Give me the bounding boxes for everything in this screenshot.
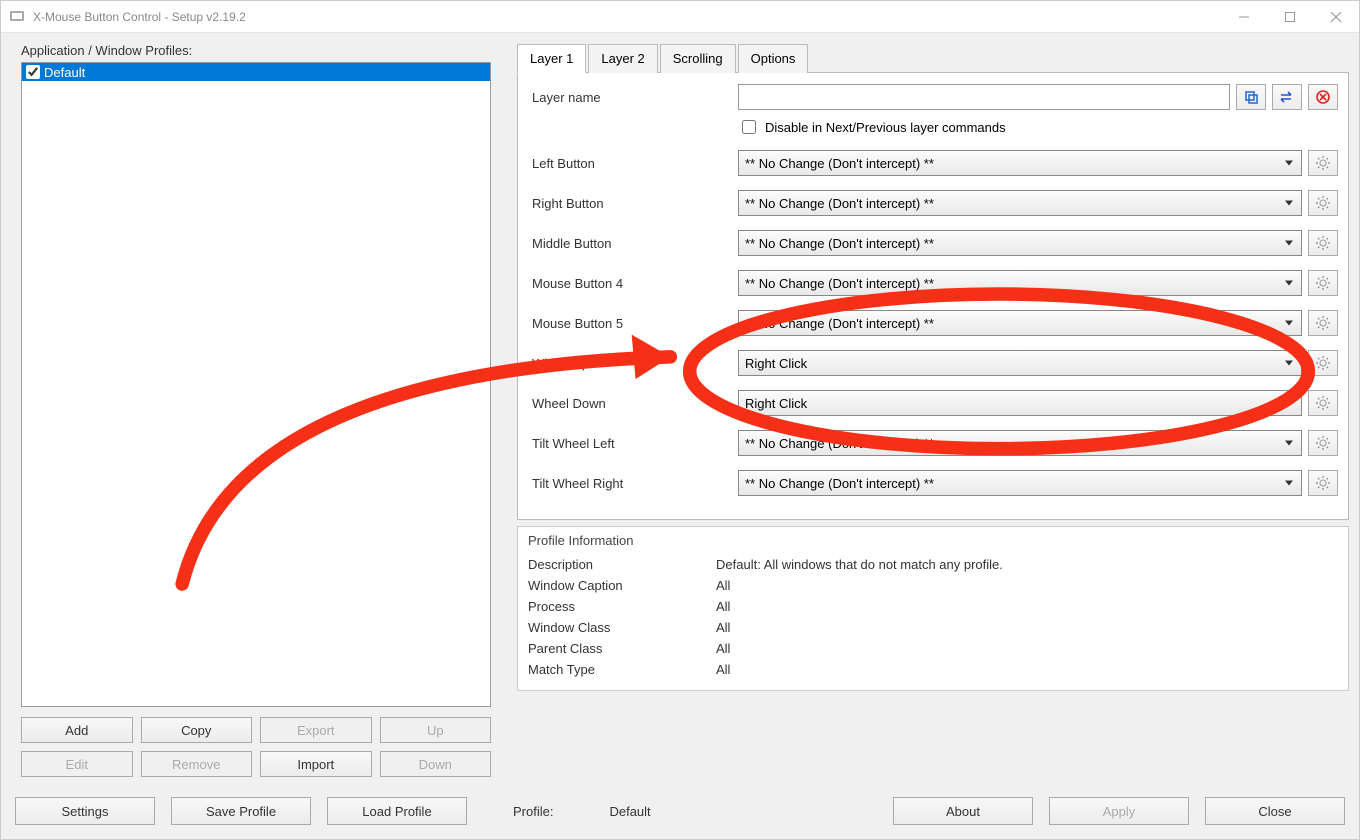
window-title: X-Mouse Button Control - Setup v2.19.2 <box>33 10 1221 24</box>
tilt-left-label: Tilt Wheel Left <box>528 436 738 451</box>
info-match_type-value: All <box>716 662 730 677</box>
right-button-config-button[interactable] <box>1308 190 1338 216</box>
import-button[interactable]: Import <box>260 751 372 777</box>
info-process-value: All <box>716 599 730 614</box>
middle-button-config-button[interactable] <box>1308 230 1338 256</box>
add-button[interactable]: Add <box>21 717 133 743</box>
info-parent_class-value: All <box>716 641 730 656</box>
left-panel: Application / Window Profiles: Default A… <box>11 43 501 787</box>
info-window_caption-value: All <box>716 578 730 593</box>
mouse-button-5-combo[interactable]: ** No Change (Don't intercept) ** <box>738 310 1302 336</box>
remove-button: Remove <box>141 751 253 777</box>
app-window: X-Mouse Button Control - Setup v2.19.2 A… <box>0 0 1360 840</box>
clear-layer-button[interactable] <box>1308 84 1338 110</box>
right-panel: Layer 1 Layer 2 Scrolling Options Layer … <box>511 43 1349 787</box>
wheel-up-combo[interactable]: Right Click <box>738 350 1302 376</box>
layer-name-label: Layer name <box>528 90 738 105</box>
profile-current: Default <box>609 804 877 819</box>
profile-info-title: Profile Information <box>528 533 1338 548</box>
info-window_class-label: Window Class <box>528 620 716 635</box>
profile-label: Profile: <box>513 804 553 819</box>
info-description-value: Default: All windows that do not match a… <box>716 557 1003 572</box>
right-button-combo[interactable]: ** No Change (Don't intercept) ** <box>738 190 1302 216</box>
left-button-config-button[interactable] <box>1308 150 1338 176</box>
info-window_caption-label: Window Caption <box>528 578 716 593</box>
tilt-left-combo[interactable]: ** No Change (Don't intercept) ** <box>738 430 1302 456</box>
middle-button-combo[interactable]: ** No Change (Don't intercept) ** <box>738 230 1302 256</box>
mouse-button-4-label: Mouse Button 4 <box>528 276 738 291</box>
tilt-right-config-button[interactable] <box>1308 470 1338 496</box>
export-button: Export <box>260 717 372 743</box>
save-profile-button[interactable]: Save Profile <box>171 797 311 825</box>
info-description-label: Description <box>528 557 716 572</box>
app-icon <box>9 9 25 25</box>
edit-button: Edit <box>21 751 133 777</box>
wheel-up-label: Wheel Up <box>528 356 738 371</box>
tabs: Layer 1 Layer 2 Scrolling Options <box>517 43 1349 73</box>
copy-layer-button[interactable] <box>1236 84 1266 110</box>
down-button: Down <box>380 751 492 777</box>
profile-item-label: Default <box>44 65 490 80</box>
close-button[interactable] <box>1313 1 1359 33</box>
close-dialog-button[interactable]: Close <box>1205 797 1345 825</box>
left-button-combo[interactable]: ** No Change (Don't intercept) ** <box>738 150 1302 176</box>
info-match_type-label: Match Type <box>528 662 716 677</box>
middle-button-label: Middle Button <box>528 236 738 251</box>
tab-scrolling[interactable]: Scrolling <box>660 44 736 73</box>
tab-layer2[interactable]: Layer 2 <box>588 44 657 73</box>
right-button-label: Right Button <box>528 196 738 211</box>
profile-checkbox[interactable] <box>26 65 40 79</box>
left-button-label: Left Button <box>528 156 738 171</box>
minimize-button[interactable] <box>1221 1 1267 33</box>
up-button: Up <box>380 717 492 743</box>
layer-name-input[interactable] <box>738 84 1230 110</box>
swap-layer-button[interactable] <box>1272 84 1302 110</box>
tab-options[interactable]: Options <box>738 44 809 73</box>
titlebar: X-Mouse Button Control - Setup v2.19.2 <box>1 1 1359 33</box>
load-profile-button[interactable]: Load Profile <box>327 797 467 825</box>
profile-list[interactable]: Default <box>21 62 491 707</box>
disable-layer-label: Disable in Next/Previous layer commands <box>765 120 1006 135</box>
tilt-left-config-button[interactable] <box>1308 430 1338 456</box>
wheel-down-label: Wheel Down <box>528 396 738 411</box>
maximize-button[interactable] <box>1267 1 1313 33</box>
wheel-up-config-button[interactable] <box>1308 350 1338 376</box>
profile-info-group: Profile Information Description Default:… <box>517 526 1349 691</box>
mouse-button-5-label: Mouse Button 5 <box>528 316 738 331</box>
tab-body-layer1: Layer name <box>517 73 1349 520</box>
apply-button: Apply <box>1049 797 1189 825</box>
disable-layer-checkbox[interactable] <box>742 120 756 134</box>
wheel-down-config-button[interactable] <box>1308 390 1338 416</box>
tab-layer1[interactable]: Layer 1 <box>517 44 586 73</box>
tilt-right-combo[interactable]: ** No Change (Don't intercept) ** <box>738 470 1302 496</box>
profile-item-default[interactable]: Default <box>22 63 490 81</box>
mouse-button-4-config-button[interactable] <box>1308 270 1338 296</box>
wheel-down-combo[interactable]: Right Click <box>738 390 1302 416</box>
profiles-label: Application / Window Profiles: <box>21 43 501 58</box>
about-button[interactable]: About <box>893 797 1033 825</box>
mouse-button-4-combo[interactable]: ** No Change (Don't intercept) ** <box>738 270 1302 296</box>
info-parent_class-label: Parent Class <box>528 641 716 656</box>
bottom-bar: Settings Save Profile Load Profile Profi… <box>1 787 1359 839</box>
info-process-label: Process <box>528 599 716 614</box>
info-window_class-value: All <box>716 620 730 635</box>
settings-button[interactable]: Settings <box>15 797 155 825</box>
copy-button[interactable]: Copy <box>141 717 253 743</box>
tilt-right-label: Tilt Wheel Right <box>528 476 738 491</box>
mouse-button-5-config-button[interactable] <box>1308 310 1338 336</box>
